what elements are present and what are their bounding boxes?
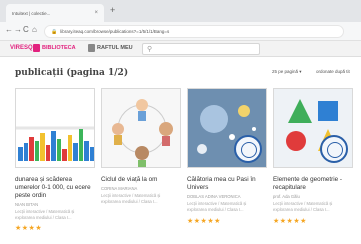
address-bar[interactable]: 🔒 library.iteaq.com/browse/publications?… — [44, 25, 344, 38]
publication-thumbnail[interactable] — [273, 88, 353, 168]
publication-card[interactable]: Elemente de geometrie - recapitulare pro… — [273, 88, 353, 244]
publication-meta: Lecții interactive / Matematică și explo… — [101, 193, 161, 204]
back-icon[interactable]: ← — [5, 25, 13, 34]
site-logo[interactable]: VIRESQ — [10, 45, 33, 51]
search-icon[interactable]: ⚲ — [147, 45, 152, 53]
publication-author: DOBLAS ADINA VERONICA — [187, 194, 241, 199]
rating-stars: ★★★★ — [15, 225, 43, 232]
publication-title[interactable]: Călătoria mea cu Pasi în Univers — [187, 176, 269, 192]
page-title: publicații (pagina 1/2) — [15, 68, 129, 78]
library-icon — [33, 44, 40, 52]
publication-title[interactable]: Elemente de geometrie - recapitulare — [273, 176, 355, 192]
publication-author: prof. Ada Gălu — [273, 194, 300, 199]
rating-stars: ★★★★★ — [273, 218, 307, 225]
forward-icon[interactable]: → — [14, 25, 22, 34]
per-page-select[interactable]: 25 pe pagină ▾ — [272, 69, 302, 75]
address-url: library.iteaq.com/browse/publications?=1… — [60, 29, 170, 34]
home-icon[interactable]: ⌂ — [32, 25, 37, 34]
lock-icon: 🔒 — [51, 28, 58, 35]
browser-tab[interactable]: Intuitext | colectie... × — [6, 4, 104, 22]
publication-author: CORINA MARIANA — [101, 186, 138, 191]
new-tab-icon[interactable]: + — [110, 5, 115, 15]
publication-card[interactable]: dunarea și scăderea umerelor 0-1 000, cu… — [15, 88, 95, 244]
publication-thumbnail[interactable] — [187, 88, 267, 168]
reload-icon[interactable]: C — [23, 25, 29, 34]
nav-biblioteca-label: BIBLIOTECA — [42, 45, 76, 51]
rating-stars: ★★★★★ — [187, 218, 221, 225]
publication-title[interactable]: dunarea și scăderea umerelor 0-1 000, cu… — [15, 176, 97, 200]
publication-thumbnail[interactable] — [101, 88, 181, 168]
nav-raftul-meu-label: RAFTUL MEU — [97, 45, 133, 51]
publication-thumbnail[interactable] — [15, 88, 95, 168]
publication-meta: Lecții interactive / Matematică și explo… — [273, 201, 333, 212]
publication-author: NIAN BITAN — [15, 202, 39, 207]
browser-tab-title: Intuitext | colectie... — [12, 10, 51, 16]
nav-biblioteca[interactable]: BIBLIOTECA — [33, 44, 76, 52]
verified-badge-icon — [234, 135, 262, 163]
publication-meta: Lecții interactive / Matematică și explo… — [15, 209, 75, 220]
life-cycle-illustration — [112, 99, 173, 167]
publication-meta: Lecții interactive / Matematică și explo… — [187, 201, 247, 212]
abacus-illustration — [18, 129, 94, 161]
publication-card[interactable]: Călătoria mea cu Pasi în Univers DOBLAS … — [187, 88, 267, 244]
publication-title[interactable]: Ciclul de viață la om — [101, 176, 183, 184]
browser-tab-bar: Intuitext | colectie... × + — [0, 0, 361, 22]
shelf-icon — [88, 44, 95, 52]
browser-toolbar: ← → C ⌂ 🔒 library.iteaq.com/browse/publi… — [0, 22, 361, 41]
close-tab-icon[interactable]: × — [94, 10, 98, 16]
search-input[interactable]: ⚲ — [142, 43, 260, 55]
nav-raftul-meu[interactable]: RAFTUL MEU — [88, 44, 133, 52]
sort-select[interactable]: ordonate după tit — [316, 69, 350, 74]
site-header: VIRESQ BIBLIOTECA RAFTUL MEU ⚲ — [0, 41, 361, 57]
verified-badge-icon — [320, 135, 348, 163]
publication-card[interactable]: Ciclul de viață la om CORINA MARIANA Lec… — [101, 88, 181, 244]
